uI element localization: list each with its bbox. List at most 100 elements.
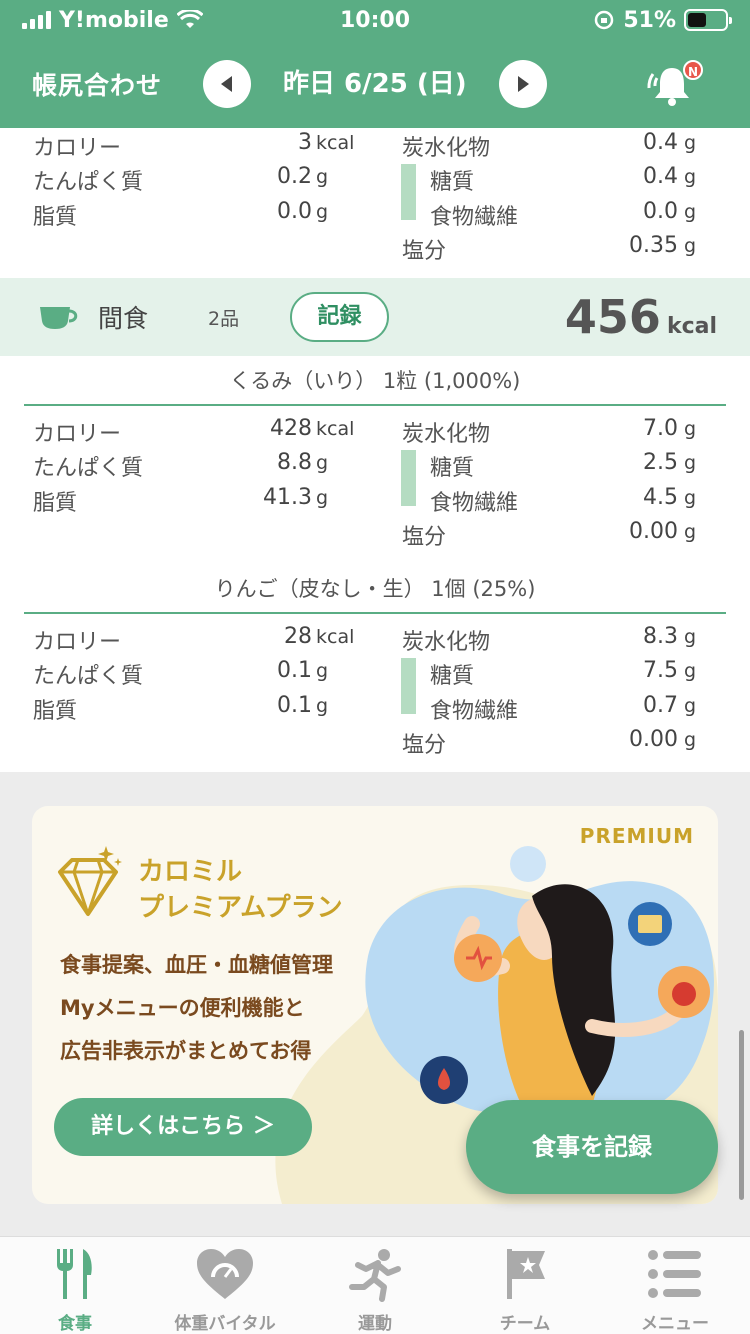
top-bar: Y!mobile 10:00 51% 帳尻合わせ 昨日 6/25 (日) N (0, 0, 750, 128)
triangle-left-icon (221, 76, 232, 92)
nutrition-table-prev: カロリー 3 kcal たんぱく質 0.2 g 脂質 0.0 g 炭水化物 0.… (0, 128, 750, 278)
fat-unit: g (316, 487, 329, 509)
signal-icon (22, 11, 51, 29)
protein-unit: g (316, 660, 329, 682)
wifi-icon (176, 10, 203, 28)
meal-kcal-unit: kcal (666, 314, 717, 339)
fat-value: 41.3 (263, 485, 312, 510)
premium-desc-line2: Myメニューの便利機能と (60, 996, 305, 1020)
rotation-lock-icon (595, 10, 614, 30)
calorie-unit: kcal (316, 132, 355, 154)
salt-value: 0.35 (629, 233, 678, 258)
heart-scale-icon (197, 1249, 253, 1299)
tab-label: チーム (499, 1314, 551, 1334)
meal-kcal-value: 456 (564, 290, 661, 344)
page-title: 帳尻合わせ (32, 71, 163, 100)
fat-label: 脂質 (33, 491, 78, 516)
food-title: りんご（皮なし・生） 1個 (25%) (0, 564, 750, 614)
premium-label: PREMIUM (579, 824, 694, 848)
scrollbar[interactable] (739, 1030, 744, 1200)
fiber-unit: g (684, 201, 697, 223)
meal-header-snack: 間食 2品 記録 456 kcal (0, 278, 750, 356)
salt-value: 0.00 (629, 727, 678, 752)
current-date: 昨日 6/25 (日) (283, 69, 467, 99)
premium-description: 食事提案、血圧・血糖値管理 Myメニューの便利機能と 広告非表示がまとめてお得 (60, 944, 333, 1073)
salt-unit: g (684, 235, 697, 257)
sugar-label: 糖質 (430, 456, 475, 481)
premium-title-line2: プレミアムプラン (138, 893, 343, 923)
protein-label: たんぱく質 (33, 170, 144, 195)
fat-value: 0.0 (277, 199, 312, 224)
food-item[interactable]: くるみ（いり） 1粒 (1,000%) カロリー 428 kcal たんぱく質 … (0, 356, 750, 564)
salt-value: 0.00 (629, 519, 678, 544)
fat-unit: g (316, 695, 329, 717)
calorie-label: カロリー (33, 630, 122, 655)
protein-unit: g (316, 452, 329, 474)
fat-unit: g (316, 201, 329, 223)
record-meal-fab[interactable]: 食事を記録 (466, 1100, 718, 1194)
sugar-value: 2.5 (643, 450, 678, 475)
food-title: くるみ（いり） 1粒 (1,000%) (0, 356, 750, 406)
calorie-value: 28 (284, 624, 312, 649)
fiber-unit: g (684, 695, 697, 717)
sugar-label: 糖質 (430, 664, 475, 689)
next-day-button[interactable] (499, 60, 547, 108)
tab-bar: 食事 体重バイタル 運動 チーム メニュー (0, 1236, 750, 1334)
protein-value: 0.1 (277, 658, 312, 683)
fiber-value: 0.0 (643, 199, 678, 224)
fat-value: 0.1 (277, 693, 312, 718)
tab-exercise[interactable]: 運動 (300, 1237, 450, 1334)
protein-value: 8.8 (277, 450, 312, 475)
salt-label: 塩分 (402, 733, 447, 758)
cup-icon (40, 307, 78, 329)
tab-weight-vital[interactable]: 体重バイタル (150, 1237, 300, 1334)
diamond-icon (58, 846, 122, 916)
sugar-value: 7.5 (643, 658, 678, 683)
triangle-right-icon (518, 76, 529, 92)
notification-button[interactable]: N (645, 60, 703, 110)
status-bar: Y!mobile 10:00 51% (0, 0, 750, 40)
fiber-label: 食物繊維 (430, 491, 519, 516)
tab-label: 体重バイタル (174, 1314, 276, 1334)
protein-label: たんぱく質 (33, 664, 144, 689)
salt-label: 塩分 (402, 239, 447, 264)
protein-unit: g (316, 166, 329, 188)
calorie-unit: kcal (316, 626, 355, 648)
flag-icon (507, 1249, 545, 1299)
fiber-value: 4.5 (643, 485, 678, 510)
protein-label: たんぱく質 (33, 456, 144, 481)
carb-unit: g (684, 626, 697, 648)
prev-day-button[interactable] (203, 60, 251, 108)
fiber-label: 食物繊維 (430, 699, 519, 724)
food-item[interactable]: りんご（皮なし・生） 1個 (25%) カロリー 28 kcal たんぱく質 0… (0, 564, 750, 772)
carb-breakdown-bar (401, 658, 416, 714)
nutrition-table: カロリー 428 kcal たんぱく質 8.8 g 脂質 41.3 g 炭水化物… (0, 406, 750, 564)
premium-title-line1: カロミル (138, 857, 243, 887)
premium-desc-line1: 食事提案、血圧・血糖値管理 (60, 953, 333, 977)
fat-label: 脂質 (33, 205, 78, 230)
calorie-label: カロリー (33, 422, 122, 447)
menu-list-icon (648, 1250, 701, 1298)
tab-menu[interactable]: メニュー (600, 1237, 750, 1334)
tab-team[interactable]: チーム (450, 1237, 600, 1334)
tab-label: 食事 (58, 1314, 92, 1334)
fork-knife-icon (57, 1249, 92, 1299)
calorie-unit: kcal (316, 418, 355, 440)
salt-unit: g (684, 521, 697, 543)
meal-name: 間食 (98, 304, 149, 333)
record-meal-button[interactable]: 記録 (290, 292, 389, 342)
carb-breakdown-bar (401, 164, 416, 220)
nutrition-table: カロリー 28 kcal たんぱく質 0.1 g 脂質 0.1 g 炭水化物 8… (0, 614, 750, 772)
notification-badge: N (683, 60, 703, 80)
salt-label: 塩分 (402, 525, 447, 550)
tab-meal[interactable]: 食事 (0, 1237, 150, 1334)
fiber-value: 0.7 (643, 693, 678, 718)
sugar-unit: g (684, 452, 697, 474)
meal-content: カロリー 3 kcal たんぱく質 0.2 g 脂質 0.0 g 炭水化物 0.… (0, 128, 750, 772)
header: 帳尻合わせ 昨日 6/25 (日) N (0, 40, 750, 128)
calorie-value: 428 (270, 416, 312, 441)
fat-label: 脂質 (33, 699, 78, 724)
sugar-value: 0.4 (643, 164, 678, 189)
battery-percent: 51% (623, 7, 676, 33)
learn-more-button[interactable]: 詳しくはこちら ＞ (54, 1098, 312, 1156)
